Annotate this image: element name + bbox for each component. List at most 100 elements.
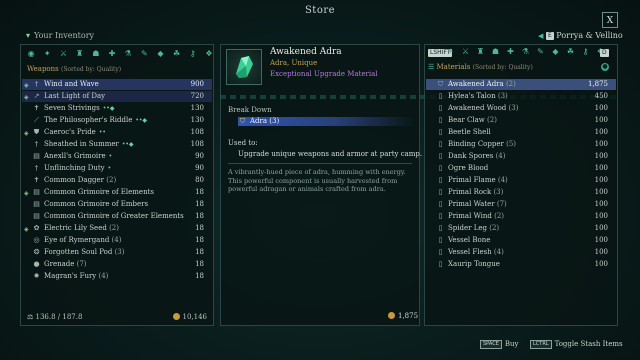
material-filter-icon[interactable]: ☘ <box>173 49 181 58</box>
flask-filter-icon[interactable]: ⚗ <box>521 47 530 56</box>
inventory-row[interactable]: ✹ Magran's Fury (4) 18 <box>22 271 212 282</box>
breakdown-label: Break Down <box>228 106 272 114</box>
item-name: Caeroc's Pride •• <box>44 128 106 136</box>
close-button[interactable]: X <box>602 12 618 28</box>
inventory-sort-label[interactable]: Weapons (Sorted by: Quality) <box>27 65 121 73</box>
merchant-row[interactable]: ▯ Beetle Shell 100 <box>426 127 616 138</box>
merchant-row[interactable]: ▯ Vessel Flesh (4) 100 <box>426 247 616 258</box>
buy-label: Buy <box>504 340 519 348</box>
sort-order-button[interactable]: ● <box>601 63 609 71</box>
misc-filter-icon[interactable]: ❖ <box>205 49 213 58</box>
item-name: Primal Wind (2) <box>448 212 505 220</box>
inventory-row[interactable]: † Sheathed in Summer ••◆ 108 <box>22 139 212 150</box>
inventory-row[interactable]: ◈ ✿ Electric Lily Seed (2) 18 <box>22 223 212 234</box>
material-icon: ▯ <box>438 92 443 100</box>
book-icon: ▤ <box>33 212 40 220</box>
item-name: Spider Leg (2) <box>448 224 500 232</box>
item-value: 450 <box>594 92 608 100</box>
material-icon: ▯ <box>438 116 443 124</box>
item-name: Unflinching Duty • <box>44 164 112 172</box>
trinket-filter-icon[interactable]: ✚ <box>108 49 116 58</box>
sort-cycle-icon: ☰ <box>428 63 435 71</box>
scroll-filter-icon[interactable]: ✎ <box>536 47 545 56</box>
inventory-row[interactable]: ◎ Eye of Rymergand (4) 18 <box>22 235 212 246</box>
inventory-row[interactable]: ▤ Anexll's Grimoire • 90 <box>22 151 212 162</box>
item-name: Primal Water (7) <box>448 200 507 208</box>
item-name: Vessel Bone <box>448 236 491 244</box>
inventory-row[interactable]: ✝ Common Dagger (2) 80 <box>22 175 212 186</box>
item-value: 108 <box>190 140 204 148</box>
next-tab-hint[interactable]: D <box>600 49 609 57</box>
inventory-row[interactable]: ● Grenade (7) 18 <box>22 259 212 270</box>
item-name: Vessel Flesh (4) <box>448 248 504 256</box>
flask-filter-icon[interactable]: ⚗ <box>124 49 132 58</box>
dagger-icon: ✝ <box>33 176 40 184</box>
weapon-filter-icon[interactable]: ⚔ <box>59 49 67 58</box>
material-icon: ▯ <box>438 236 443 244</box>
buy-action[interactable]: SPACE Buy <box>480 340 518 349</box>
material-icon: ▯ <box>438 152 443 160</box>
key-filter-icon[interactable]: ⚷ <box>189 49 197 58</box>
used-to-text: Upgrade unique weapons and armor at part… <box>238 150 423 158</box>
book-icon: ▤ <box>33 188 40 196</box>
merchant-row[interactable]: ▯ Xaurip Tongue 100 <box>426 259 616 270</box>
inventory-row[interactable]: ◈ ▤ Common Grimoire of Elements 18 <box>22 187 212 198</box>
merchant-row[interactable]: ⛉ Awakened Adra (2) 1,875 <box>426 79 616 90</box>
inventory-row[interactable]: † Unflinching Duty • 90 <box>22 163 212 174</box>
item-name: Magran's Fury (4) <box>44 272 109 280</box>
inventory-row[interactable]: ◈ ↗ Last Light of Day 720 <box>22 91 212 102</box>
merchant-row[interactable]: ▯ Bear Claw (2) 100 <box>426 115 616 126</box>
merchant-row[interactable]: ▯ Dank Spores (4) 100 <box>426 151 616 162</box>
merchant-row[interactable]: ▯ Hylea's Talon (3) 450 <box>426 91 616 102</box>
gem-filter-icon[interactable]: ◆ <box>156 49 164 58</box>
sword-icon: † <box>34 80 39 88</box>
material-icon: ▯ <box>438 224 443 232</box>
inventory-row[interactable]: ✝ Seven Strivings ••◆ 130 <box>22 103 212 114</box>
merchant-row[interactable]: ▯ Primal Wind (2) 100 <box>426 211 616 222</box>
item-name: Primal Rock (3) <box>448 188 504 196</box>
item-name: Awakened Adra (2) <box>448 80 516 88</box>
all-filter-icon[interactable]: ✦ <box>446 47 455 56</box>
material-filter-icon[interactable]: ☘ <box>566 47 575 56</box>
inventory-row[interactable]: ❂ Forgotten Soul Pod (3) 18 <box>22 247 212 258</box>
helmet-filter-icon[interactable]: ☗ <box>491 47 500 56</box>
eye-filter-icon[interactable]: ◉ <box>27 49 35 58</box>
weapon-filter-icon[interactable]: ⚔ <box>461 47 470 56</box>
merchant-row[interactable]: ▯ Primal Flame (4) 100 <box>426 175 616 186</box>
inventory-row[interactable]: ◈ † Wind and Wave 900 <box>22 79 212 90</box>
merchant-sort-label[interactable]: ☰ Materials (Sorted by: Quality) <box>428 63 533 71</box>
trinket-filter-icon[interactable]: ✚ <box>506 47 515 56</box>
all-filter-icon[interactable]: ✦ <box>43 49 51 58</box>
inventory-row[interactable]: ⟋ The Philosopher's Riddle ••◆ 130 <box>22 115 212 126</box>
toggle-stash-action[interactable]: LCTRL Toggle Stash Items <box>530 340 623 349</box>
arrow-left-icon[interactable]: ◀ <box>538 32 543 40</box>
item-name: Common Grimoire of Embers <box>44 200 149 208</box>
gem-filter-icon[interactable]: ◆ <box>551 47 560 56</box>
merchant-row[interactable]: ▯ Spider Leg (2) 100 <box>426 223 616 234</box>
material-icon: ▯ <box>438 140 443 148</box>
inventory-row[interactable]: ◈ ⛊ Caeroc's Pride •• 108 <box>22 127 212 138</box>
merchant-row[interactable]: ▯ Primal Water (7) 100 <box>426 199 616 210</box>
merchant-row[interactable]: ▯ Binding Copper (5) 100 <box>426 139 616 150</box>
item-name: Seven Strivings ••◆ <box>44 104 115 112</box>
sword-icon: † <box>34 164 39 172</box>
item-value: 18 <box>195 236 204 244</box>
merchant-row[interactable]: ▯ Ogre Blood 100 <box>426 163 616 174</box>
armor-filter-icon[interactable]: ♜ <box>476 47 485 56</box>
helmet-filter-icon[interactable]: ☗ <box>92 49 100 58</box>
key-filter-icon[interactable]: ⚷ <box>581 47 590 56</box>
party-selector[interactable]: ◀ E Porrya & Vellino <box>538 31 623 40</box>
merchant-row[interactable]: ▯ Awakened Wood (3) 100 <box>426 103 616 114</box>
merchant-row[interactable]: ▯ Vessel Bone 100 <box>426 235 616 246</box>
shield-icon: ⛊ <box>33 128 40 136</box>
used-to-label: Used to: <box>228 139 258 147</box>
inventory-label: ▾ Your Inventory <box>26 31 94 40</box>
inventory-row[interactable]: ▤ Common Grimoire of Greater Elements 18 <box>22 211 212 222</box>
item-price-value: 1,875 <box>398 312 419 320</box>
armor-filter-icon[interactable]: ♜ <box>76 49 84 58</box>
scroll-filter-icon[interactable]: ✎ <box>140 49 148 58</box>
item-name: Eye of Rymergand (4) <box>44 236 122 244</box>
inventory-row[interactable]: ▤ Common Grimoire of Embers 18 <box>22 199 212 210</box>
merchant-row[interactable]: ▯ Primal Rock (3) 100 <box>426 187 616 198</box>
item-value: 100 <box>594 188 608 196</box>
